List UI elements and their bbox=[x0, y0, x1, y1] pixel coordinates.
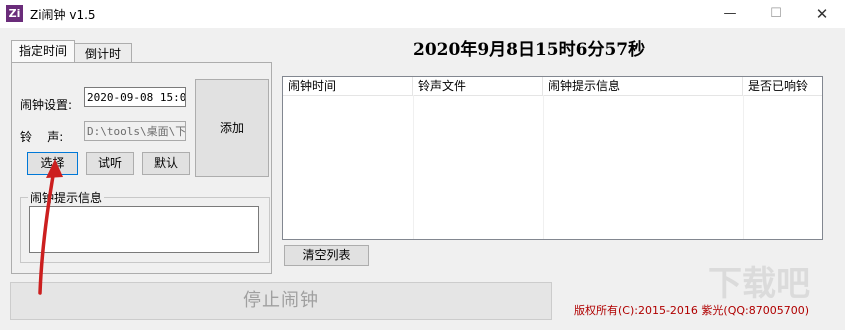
annotation-arrow-icon bbox=[38, 159, 63, 295]
